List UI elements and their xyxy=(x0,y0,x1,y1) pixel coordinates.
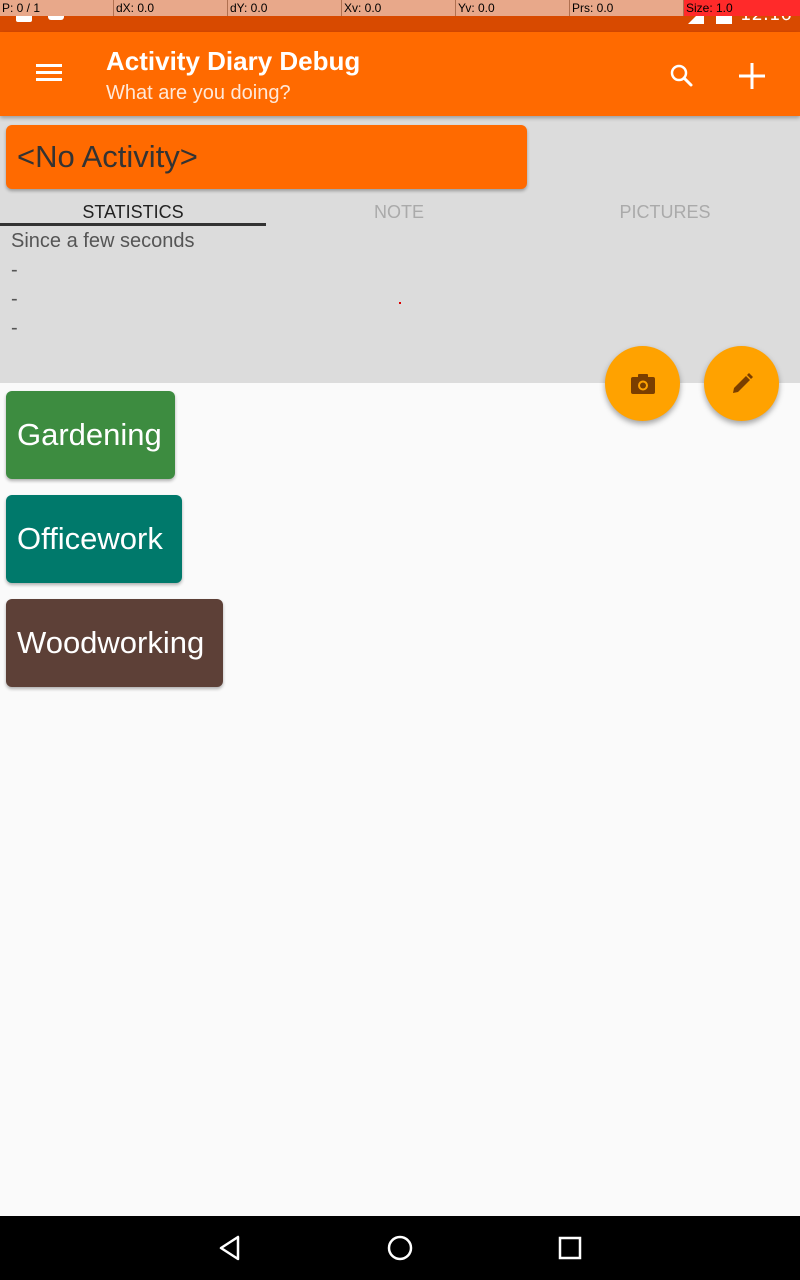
search-icon[interactable] xyxy=(660,54,704,98)
menu-icon[interactable] xyxy=(28,60,68,88)
debug-xv: Xv: 0.0 xyxy=(342,0,456,16)
stats-line: - xyxy=(11,288,18,310)
status-bar: 12:16 xyxy=(0,4,800,32)
activity-gardening[interactable]: Gardening xyxy=(6,391,175,479)
stats-duration: Since a few seconds xyxy=(11,230,195,252)
recents-icon[interactable] xyxy=(552,1230,588,1266)
app-bar: Activity Diary Debug What are you doing? xyxy=(0,32,800,116)
pointer-debug-bar: P: 0 / 1 dX: 0.0 dY: 0.0 Xv: 0.0 Yv: 0.0… xyxy=(0,0,800,16)
debug-dx: dX: 0.0 xyxy=(114,0,228,16)
home-icon[interactable] xyxy=(382,1230,418,1266)
camera-fab[interactable] xyxy=(605,346,680,421)
current-activity-panel: <No Activity> STATISTICS NOTE PICTURES S… xyxy=(0,116,800,383)
debug-pointer: P: 0 / 1 xyxy=(0,0,114,16)
back-icon[interactable] xyxy=(212,1230,248,1266)
tab-pictures[interactable]: PICTURES xyxy=(532,200,798,226)
tab-note[interactable]: NOTE xyxy=(266,200,532,226)
activity-woodworking[interactable]: Woodworking xyxy=(6,599,223,687)
camera-icon xyxy=(630,373,655,394)
debug-pressure: Prs: 0.0 xyxy=(570,0,684,16)
add-icon[interactable] xyxy=(728,52,776,100)
debug-yv: Yv: 0.0 xyxy=(456,0,570,16)
stats-line: - xyxy=(11,317,18,339)
current-activity-button[interactable]: <No Activity> xyxy=(6,125,527,189)
edit-fab[interactable] xyxy=(704,346,779,421)
debug-size: Size: 1.0 xyxy=(684,0,800,16)
activity-officework[interactable]: Officework xyxy=(6,495,182,583)
stats-line: - xyxy=(11,259,18,281)
edit-icon xyxy=(732,372,753,393)
statistics-content: Since a few seconds - - - xyxy=(11,230,194,346)
navigation-bar xyxy=(0,1216,800,1280)
tab-statistics[interactable]: STATISTICS xyxy=(0,200,266,226)
touch-dot xyxy=(399,302,401,304)
debug-dy: dY: 0.0 xyxy=(228,0,342,16)
detail-tabs: STATISTICS NOTE PICTURES xyxy=(0,200,800,226)
app-title: Activity Diary Debug xyxy=(106,46,361,76)
app-subtitle: What are you doing? xyxy=(106,82,291,104)
